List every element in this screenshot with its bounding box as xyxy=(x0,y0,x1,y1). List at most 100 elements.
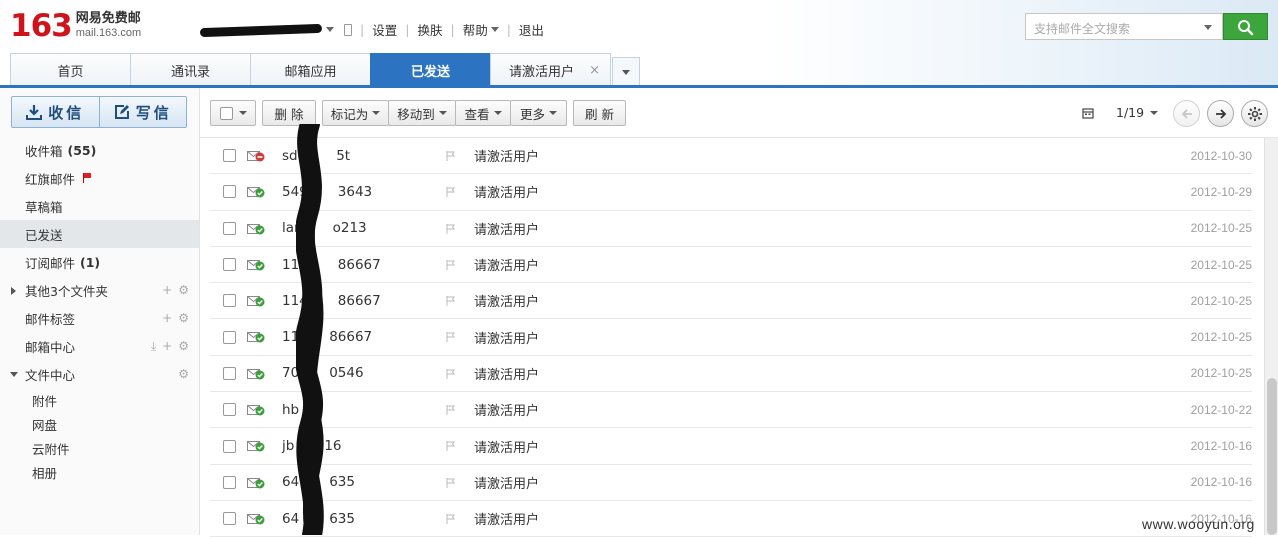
select-all-dropdown[interactable] xyxy=(210,100,256,126)
sender[interactable]: 549 3643 xyxy=(282,184,372,200)
row-checkbox[interactable] xyxy=(223,403,236,417)
table-row[interactable]: 114 86667 请激活用户 2012-10-25 xyxy=(210,247,1252,284)
sidebar-item-attachments[interactable]: 附件 xyxy=(0,388,199,412)
username-redacted[interactable] xyxy=(200,23,320,37)
sidebar-item-subscribed[interactable]: 订阅邮件 (1) xyxy=(0,248,199,276)
row-checkbox[interactable] xyxy=(223,221,236,235)
row-checkbox[interactable] xyxy=(223,258,236,272)
chevron-down-icon[interactable] xyxy=(1204,25,1212,30)
flag-icon[interactable] xyxy=(446,513,456,524)
write-button[interactable]: 写信 xyxy=(98,97,187,127)
receive-button[interactable]: 收信 xyxy=(12,97,99,127)
more-button[interactable]: 更多 xyxy=(510,100,567,126)
flag-icon[interactable] xyxy=(446,441,456,452)
table-row[interactable]: 114 86667 请激活用户 2012-10-25 xyxy=(210,283,1252,320)
sidebar-item-inbox[interactable]: 收件箱 (55) xyxy=(0,136,199,164)
sender[interactable]: lan o213 xyxy=(282,220,367,236)
sender[interactable]: hb xyxy=(282,402,329,418)
gear-icon[interactable]: ⚙ xyxy=(178,339,189,354)
scrollbar[interactable] xyxy=(1264,138,1278,535)
more-tabs-button[interactable] xyxy=(612,57,640,86)
table-row[interactable]: jb 16 请激活用户 2012-10-16 xyxy=(210,428,1252,465)
chevron-down-icon[interactable] xyxy=(1150,110,1159,115)
select-all-checkbox[interactable] xyxy=(219,106,233,120)
search-button[interactable] xyxy=(1223,13,1268,40)
flag-icon[interactable] xyxy=(446,223,456,234)
tab-activate-user[interactable]: 请激活用户 × xyxy=(490,53,611,86)
gear-icon[interactable]: ⚙ xyxy=(178,283,189,297)
flag-icon[interactable] xyxy=(446,296,456,307)
sender[interactable]: jb 16 xyxy=(282,438,342,454)
row-checkbox[interactable] xyxy=(223,439,236,453)
sidebar-item-drafts[interactable]: 草稿箱 xyxy=(0,192,199,220)
collapse-arrow-icon[interactable] xyxy=(10,372,18,377)
tab-sent[interactable]: 已发送 xyxy=(370,53,491,86)
sidebar-item-netdisk[interactable]: 网盘 xyxy=(0,412,199,436)
scrollbar-thumb[interactable] xyxy=(1267,378,1277,535)
help-link[interactable]: 帮助 xyxy=(463,20,488,39)
sender[interactable]: 11 86667 xyxy=(282,329,372,345)
settings-button[interactable] xyxy=(1241,100,1268,127)
sender[interactable]: sd4 5t xyxy=(282,148,350,164)
row-checkbox[interactable] xyxy=(223,294,236,308)
flag-icon[interactable] xyxy=(446,187,456,198)
table-row[interactable]: 70 0546 请激活用户 2012-10-25 xyxy=(210,356,1252,393)
close-icon[interactable]: × xyxy=(589,63,600,78)
subject[interactable]: 请激活用户 xyxy=(474,328,539,347)
sender[interactable]: 70 0546 xyxy=(282,365,364,381)
expand-arrow-icon[interactable] xyxy=(11,287,16,295)
sidebar-item-cloud-attachments[interactable]: 云附件 xyxy=(0,436,199,460)
tab-home[interactable]: 首页 xyxy=(10,53,131,86)
flag-icon[interactable] xyxy=(446,259,456,270)
table-row[interactable]: 64 635 请激活用户 2012-10-16 xyxy=(210,465,1252,501)
sender[interactable]: 64 635 xyxy=(282,474,355,490)
table-row[interactable]: lan o213 请激活用户 2012-10-25 xyxy=(210,211,1252,247)
sidebar-item-tags[interactable]: 邮件标签 + ⚙ xyxy=(0,304,199,332)
subject[interactable]: 请激活用户 xyxy=(474,364,539,383)
view-button[interactable]: 查看 xyxy=(455,100,511,126)
logo[interactable]: 163 网易免费邮 mail.163.com xyxy=(10,8,141,44)
subject[interactable]: 请激活用户 xyxy=(474,146,539,165)
calendar-icon[interactable] xyxy=(1082,107,1094,119)
gear-icon[interactable]: ⚙ xyxy=(178,367,189,381)
sender[interactable]: 64 635 xyxy=(282,511,355,527)
flag-icon[interactable] xyxy=(446,405,456,416)
download-icon[interactable]: ⤓ xyxy=(151,339,156,354)
subject[interactable]: 请激活用户 xyxy=(474,291,539,310)
row-checkbox[interactable] xyxy=(223,330,236,344)
mark-as-button[interactable]: 标记为 xyxy=(322,100,389,126)
table-row[interactable]: 11 86667 请激活用户 2012-10-25 xyxy=(210,319,1252,356)
table-row[interactable]: 549 3643 请激活用户 2012-10-29 xyxy=(210,174,1252,211)
table-row[interactable]: hb 请激活用户 2012-10-22 xyxy=(210,392,1252,429)
subject[interactable]: 请激活用户 xyxy=(474,182,539,201)
prev-page-button[interactable] xyxy=(1173,100,1200,127)
chevron-down-icon[interactable] xyxy=(326,27,334,32)
settings-link[interactable]: 设置 xyxy=(372,20,397,39)
flag-icon[interactable] xyxy=(446,368,456,379)
subject[interactable]: 请激活用户 xyxy=(474,473,539,492)
plus-icon[interactable]: + xyxy=(162,311,172,325)
row-checkbox[interactable] xyxy=(223,185,236,199)
row-checkbox[interactable] xyxy=(223,366,236,380)
search-input[interactable]: 支持邮件全文搜索 xyxy=(1025,13,1223,40)
sidebar-item-album[interactable]: 相册 xyxy=(0,460,199,484)
subject[interactable]: 请激活用户 xyxy=(474,509,539,528)
next-page-button[interactable] xyxy=(1207,100,1234,127)
sender[interactable]: 114 86667 xyxy=(282,257,381,273)
flag-icon[interactable] xyxy=(446,151,456,161)
gear-icon[interactable]: ⚙ xyxy=(178,311,189,325)
subject[interactable]: 请激活用户 xyxy=(474,219,539,238)
page-indicator[interactable]: 1/19 xyxy=(1116,105,1144,120)
row-checkbox[interactable] xyxy=(223,512,236,526)
sidebar-item-flagged[interactable]: 红旗邮件 xyxy=(0,164,199,192)
sidebar-item-file-center[interactable]: 文件中心 ⚙ xyxy=(0,360,199,388)
refresh-button[interactable]: 刷 新 xyxy=(573,100,626,126)
chevron-down-icon[interactable] xyxy=(490,27,499,32)
mobile-icon[interactable] xyxy=(344,23,352,36)
row-checkbox[interactable] xyxy=(223,149,236,163)
plus-icon[interactable]: + xyxy=(162,283,172,297)
subject[interactable]: 请激活用户 xyxy=(474,400,539,419)
sidebar-item-mailbox-center[interactable]: 邮箱中心 ⤓ + ⚙ xyxy=(0,332,199,360)
sidebar-item-sent[interactable]: 已发送 xyxy=(0,220,199,248)
flag-icon[interactable] xyxy=(446,477,456,488)
